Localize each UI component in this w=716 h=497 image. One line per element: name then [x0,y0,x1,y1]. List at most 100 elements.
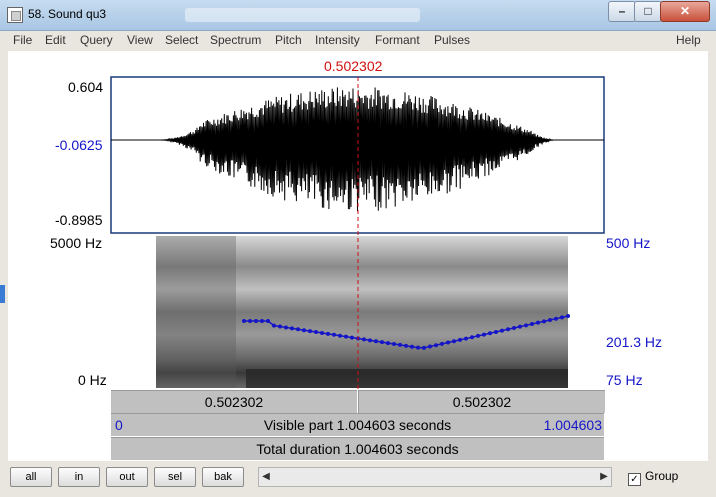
title-bar: 58. Sound qu3 – □ ✕ [0,0,716,31]
horizontal-scrollbar[interactable]: ◀ ▶ [258,467,612,487]
pitch-point [560,315,564,320]
pitch-point [566,314,570,319]
pitch-point [464,336,468,341]
pitch-point [476,333,480,338]
desktop-edge [0,285,5,303]
pitch-point [290,326,294,331]
pitch-point [260,319,264,323]
menu-pitch[interactable]: Pitch [275,33,302,47]
pitch-point [278,324,282,329]
zoom-selection-button[interactable]: sel [154,467,196,487]
pitch-point [380,340,384,345]
right-segment-bar[interactable]: 0.502302 [358,390,605,413]
menu-bar: File Edit Query View Select Spectrum Pit… [8,31,708,51]
pitch-point [362,337,366,342]
menu-help[interactable]: Help [676,33,701,47]
pitch-point [452,339,456,344]
pitch-point [248,319,252,323]
pitch-point [518,324,522,329]
group-checkbox[interactable]: ✓ Group [628,469,678,486]
pitch-point [440,341,444,346]
pitch-point [536,320,540,325]
pitch-point [344,334,348,339]
visible-end: 1.004603 [543,417,602,433]
pitch-point [404,343,408,348]
pitch-point [434,343,438,348]
pitch-point [506,327,510,332]
visible-part-label: Visible part 1.004603 seconds [263,417,452,433]
cursor-time: 0.502302 [324,58,383,74]
pitch-point [368,338,372,343]
pitch-point [428,344,432,349]
menu-pulses[interactable]: Pulses [434,33,470,47]
window-title: 58. Sound qu3 [28,7,107,21]
pitch-point [326,331,330,336]
bottom-toolbar: all in out sel bak ◀ ▶ ✓ Group [8,461,708,491]
pitch-point [320,330,324,335]
scroll-right-icon[interactable]: ▶ [597,468,611,486]
total-duration-bar[interactable]: Total duration 1.004603 seconds [111,437,604,460]
pitch-min: 75 Hz [606,372,643,388]
pitch-point [530,321,534,326]
close-button[interactable]: ✕ [660,1,710,22]
menu-edit[interactable]: Edit [45,33,66,47]
pitch-point [272,323,276,328]
background-window-ghost [185,8,420,22]
pitch-point [494,329,498,334]
wave-max: 0.604 [68,79,104,95]
all-button[interactable]: all [10,467,52,487]
pitch-point [374,339,378,344]
pitch-point [242,319,246,323]
menu-formant[interactable]: Formant [375,33,420,47]
freq-min: 0 Hz [78,372,107,388]
pitch-point [386,341,390,346]
freq-max: 5000 Hz [50,235,103,251]
pitch-point [470,335,474,340]
pitch-point [416,345,420,350]
zoom-in-button[interactable]: in [58,467,100,487]
pitch-point [488,331,492,336]
pitch-point [314,330,318,335]
app-icon [7,7,23,23]
pitch-point [458,337,462,342]
pitch-point [524,323,528,328]
pitch-point [500,328,504,333]
minimize-button[interactable]: – [608,1,636,22]
zoom-back-button[interactable]: bak [202,467,244,487]
visible-part-bar[interactable]: 0 Visible part 1.004603 seconds 1.004603 [111,413,604,436]
zoom-out-button[interactable]: out [106,467,148,487]
pitch-point [548,318,552,323]
pitch-max: 500 Hz [606,235,651,251]
maximize-button[interactable]: □ [634,1,662,22]
menu-query[interactable]: Query [80,33,113,47]
pitch-point [296,327,300,332]
pitch-point [302,328,306,333]
wave-min: -0.8985 [55,212,103,228]
pitch-point [482,332,486,337]
pitch-point [308,329,312,334]
pitch-point [410,344,414,349]
menu-select[interactable]: Select [165,33,198,47]
pitch-point [398,342,402,347]
pitch-point [422,345,426,350]
wave-zero: -0.0625 [55,137,103,153]
scroll-left-icon[interactable]: ◀ [259,468,273,486]
menu-spectrum[interactable]: Spectrum [210,33,261,47]
pitch-point [284,325,288,330]
pitch-point [542,319,546,324]
pitch-point [266,319,270,323]
pitch-point [338,333,342,338]
pitch-point [350,335,354,340]
pitch-point [446,340,450,345]
analysis-plot[interactable] [8,51,708,389]
left-segment-bar[interactable]: 0.502302 [111,390,357,413]
menu-view[interactable]: View [127,33,153,47]
pitch-value: 201.3 Hz [606,334,663,350]
checkbox-icon[interactable]: ✓ [628,473,641,486]
sound-editor-pane: 0.502302 0.604 -0.0625 -0.8985 5000 Hz 0… [8,51,708,461]
menu-file[interactable]: File [13,33,32,47]
group-label: Group [645,469,679,483]
pitch-point [512,325,516,330]
pitch-point [392,342,396,347]
menu-intensity[interactable]: Intensity [315,33,360,47]
